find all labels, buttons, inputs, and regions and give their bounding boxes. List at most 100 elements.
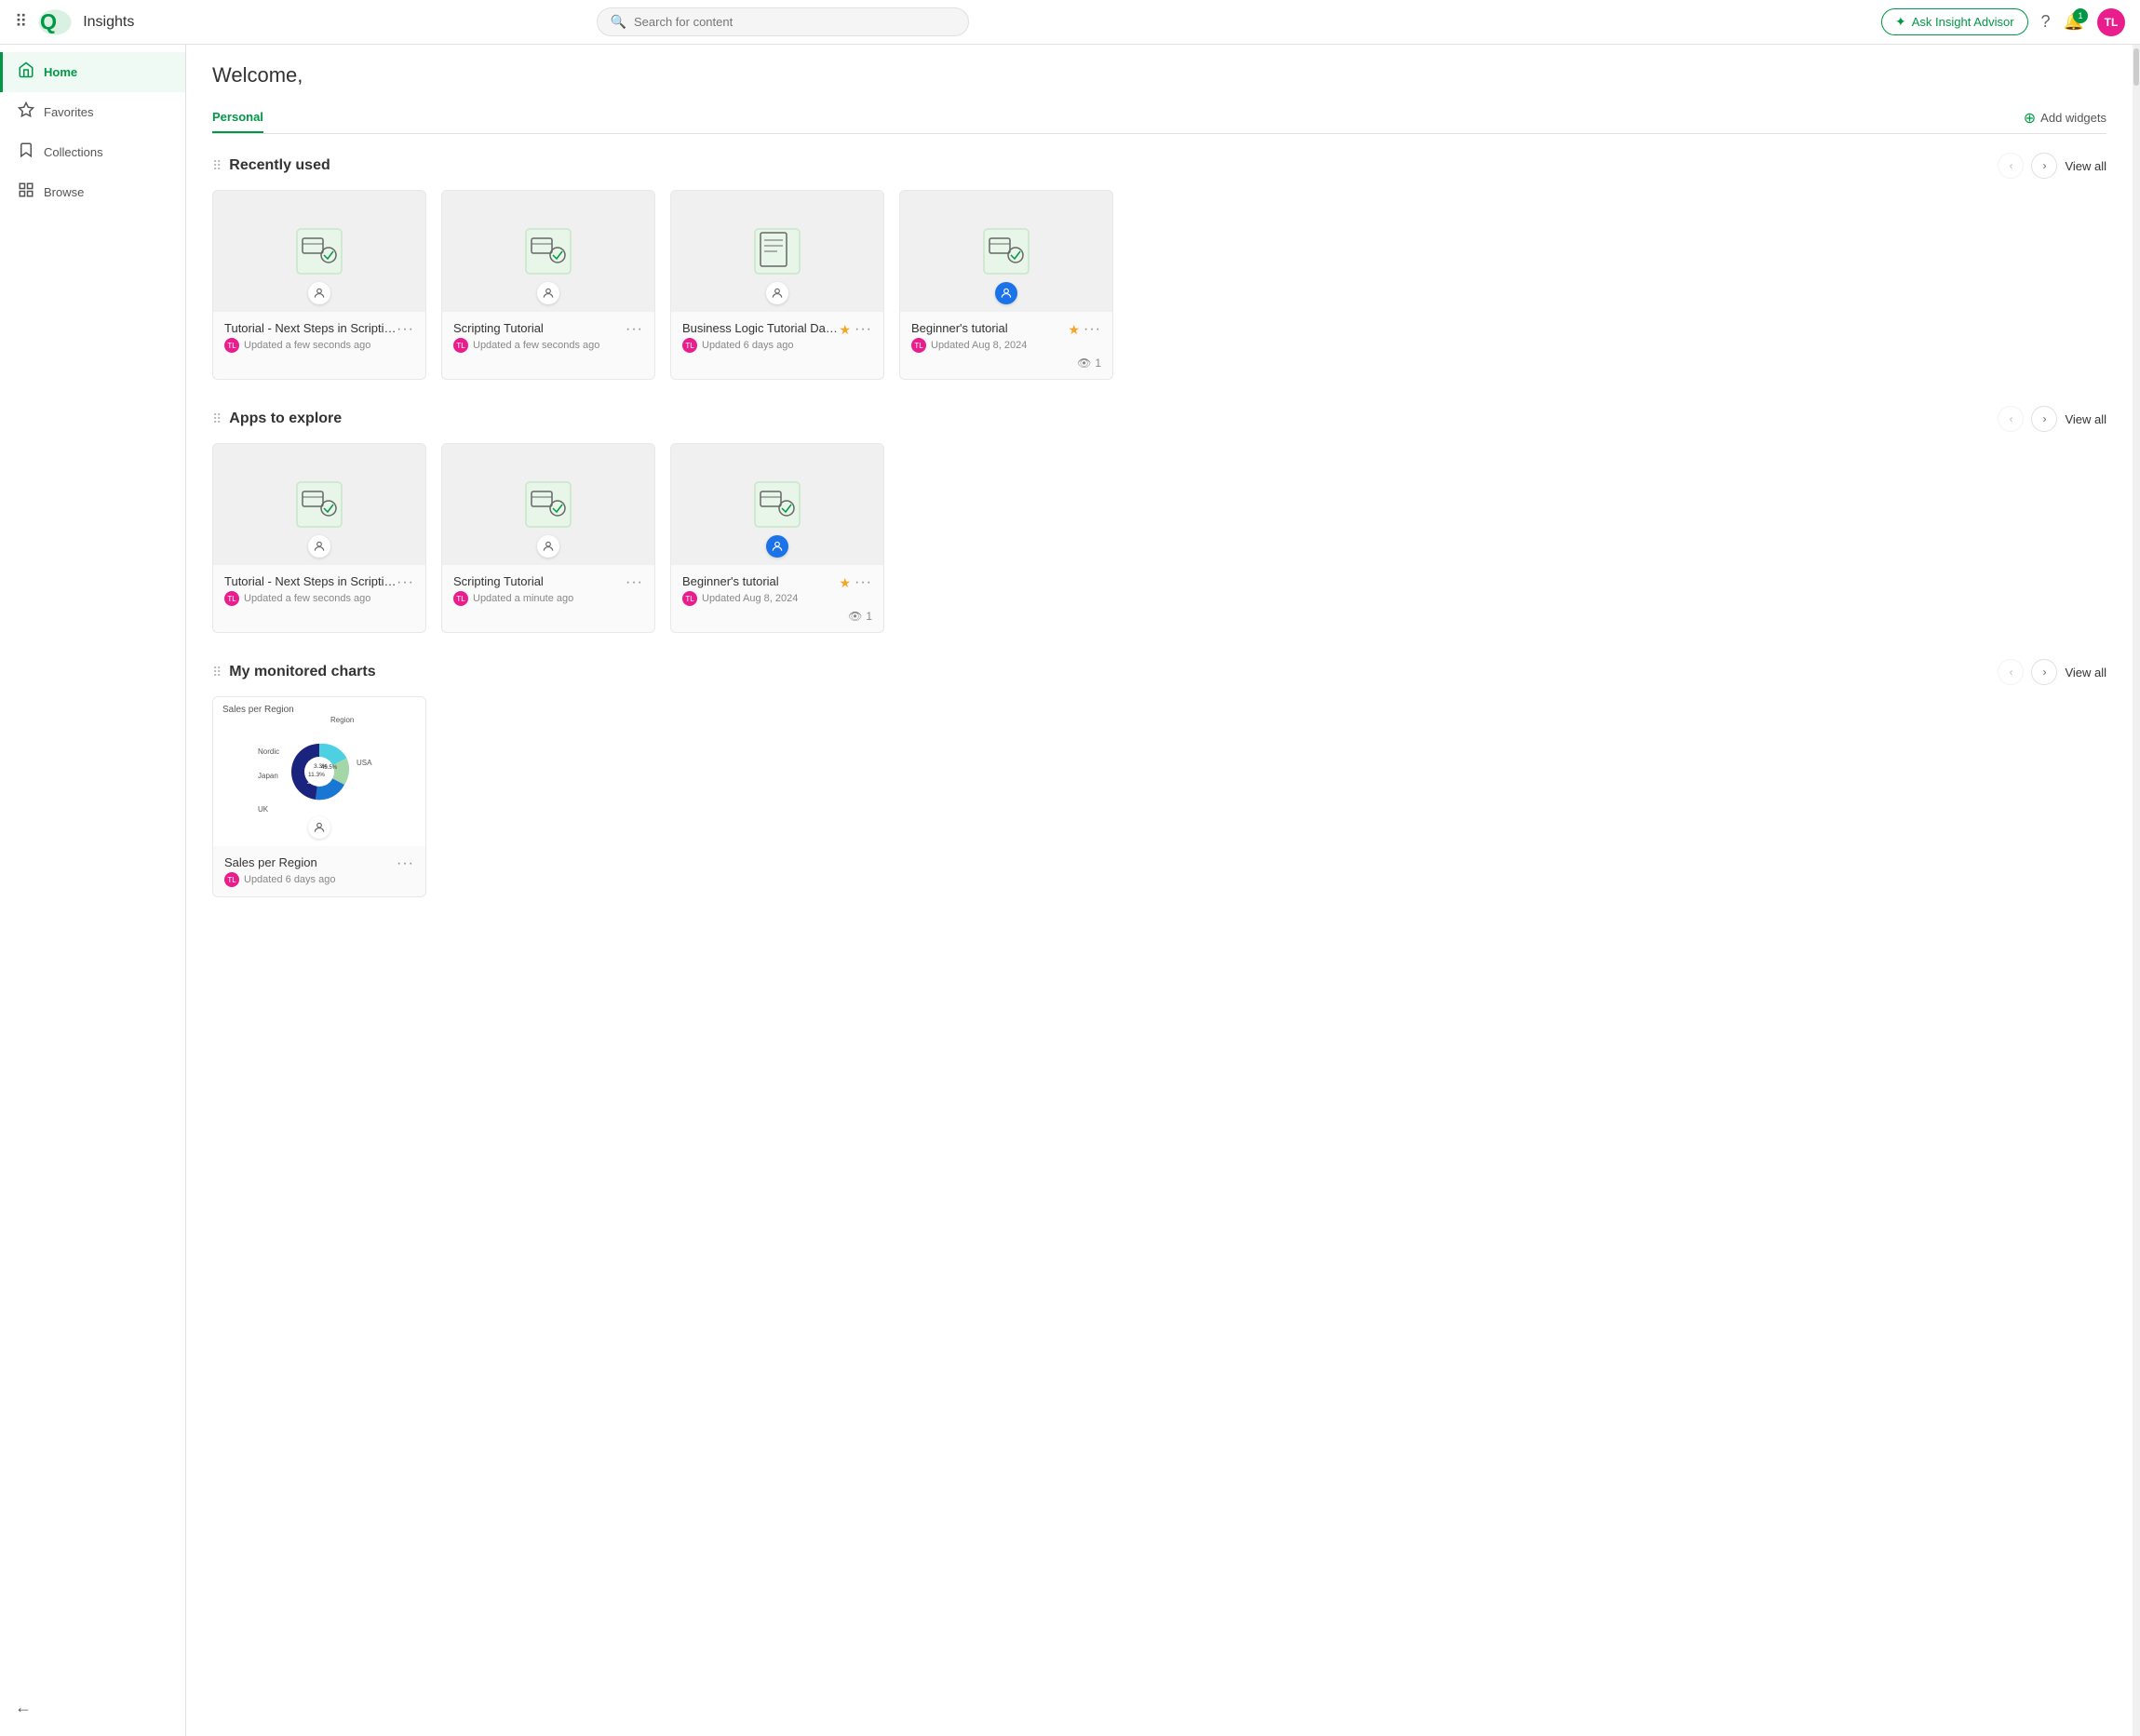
help-button[interactable]: ? (2041, 12, 2051, 32)
recently-used-section: ⠿ Recently used ‹ › View all (212, 153, 2106, 380)
recently-used-card-4[interactable]: Beginner's tutorial TL Updated Aug 8, 20… (899, 190, 1113, 380)
add-widgets-button[interactable]: ⊕ Add widgets (2024, 109, 2106, 128)
sidebar-collapse-button[interactable]: ← (0, 1687, 185, 1729)
apps-next-button[interactable]: › (2031, 406, 2057, 432)
recently-used-title: Recently used (229, 157, 330, 174)
logo: Q (38, 9, 72, 35)
chart-card-name-1: Sales per Region (224, 855, 397, 869)
apps-thumb-3 (671, 444, 883, 565)
charts-prev-button[interactable]: ‹ (1998, 659, 2024, 685)
card-name-3: Business Logic Tutorial Data Prep (682, 321, 839, 335)
apps-card-time-2: Updated a minute ago (473, 593, 573, 604)
apps-card-footer-1: Tutorial - Next Steps in Scripting TL Up… (213, 565, 425, 615)
sidebar-home-label: Home (44, 65, 77, 79)
drag-handle-apps[interactable]: ⠿ (212, 411, 222, 427)
chart-card-footer-1: Sales per Region TL Updated 6 days ago ·… (213, 846, 425, 896)
card-star-button-3[interactable]: ★ (839, 322, 851, 338)
sidebar: Home Favorites Collections Browse ← (0, 45, 186, 1736)
card-more-button-1[interactable]: ··· (397, 321, 414, 338)
grid-menu-icon[interactable]: ⠿ (15, 12, 27, 32)
apps-card-footer-2: Scripting Tutorial TL Updated a minute a… (442, 565, 654, 615)
recently-used-card-3[interactable]: Business Logic Tutorial Data Prep TL Upd… (670, 190, 884, 380)
drag-handle-recent[interactable]: ⠿ (212, 158, 222, 174)
card-name-2: Scripting Tutorial (453, 321, 626, 335)
apps-thumbnail-icon-2 (522, 478, 574, 531)
apps-more-button-2[interactable]: ··· (626, 574, 643, 591)
scrollbar-thumb[interactable] (2133, 48, 2139, 86)
search-input[interactable] (634, 15, 955, 29)
recently-used-card-2[interactable]: Scripting Tutorial TL Updated a few seco… (441, 190, 655, 380)
apps-card-3[interactable]: Beginner's tutorial TL Updated Aug 8, 20… (670, 443, 884, 633)
app-thumbnail-icon-3 (751, 225, 803, 277)
card-name-4: Beginner's tutorial (911, 321, 1068, 335)
card-thumb-4 (900, 191, 1112, 312)
chart-title-inside: Sales per Region (222, 705, 294, 715)
recently-used-prev-button[interactable]: ‹ (1998, 153, 2024, 179)
user-dot-4: TL (911, 338, 926, 353)
recently-used-nav: ‹ › View all (1998, 153, 2106, 179)
apps-thumb-1 (213, 444, 425, 565)
tab-personal[interactable]: Personal (212, 102, 263, 133)
charts-view-all-button[interactable]: View all (2065, 666, 2106, 680)
card-more-button-4[interactable]: ··· (1083, 321, 1101, 338)
notifications-button[interactable]: 🔔 1 (2064, 12, 2084, 32)
apps-user-dot-1: TL (224, 591, 239, 606)
apps-card-time-1: Updated a few seconds ago (244, 593, 370, 604)
card-time-1: Updated a few seconds ago (244, 340, 370, 351)
chart-more-button-1[interactable]: ··· (397, 855, 414, 872)
plus-icon: ⊕ (2024, 109, 2036, 128)
card-more-button-3[interactable]: ··· (855, 321, 872, 338)
card-footer-4: Beginner's tutorial TL Updated Aug 8, 20… (900, 312, 1112, 379)
svg-text:11.3%: 11.3% (308, 772, 325, 778)
sidebar-browse-label: Browse (44, 185, 84, 199)
app-thumbnail-icon-2 (522, 225, 574, 277)
card-star-button-4[interactable]: ★ (1068, 322, 1080, 338)
charts-next-button[interactable]: › (2031, 659, 2057, 685)
sidebar-item-home[interactable]: Home (0, 52, 185, 92)
apps-card-footer-3: Beginner's tutorial TL Updated Aug 8, 20… (671, 565, 883, 632)
card-time-3: Updated 6 days ago (702, 340, 793, 351)
advisor-icon: ✦ (1895, 14, 1906, 30)
drag-handle-charts[interactable]: ⠿ (212, 665, 222, 680)
apps-thumb-2 (442, 444, 654, 565)
search-icon: 🔍 (611, 14, 626, 30)
card-thumb-2 (442, 191, 654, 312)
apps-eye-icon: 👁 (848, 610, 862, 623)
apps-to-explore-nav: ‹ › View all (1998, 406, 2106, 432)
apps-card-2[interactable]: Scripting Tutorial TL Updated a minute a… (441, 443, 655, 633)
welcome-header: Welcome, (212, 63, 2106, 87)
apps-owner-badge-3-blue (766, 535, 788, 558)
apps-card-1[interactable]: Tutorial - Next Steps in Scripting TL Up… (212, 443, 426, 633)
tab-bar: Personal ⊕ Add widgets (212, 102, 2106, 134)
search-bar[interactable]: 🔍 (597, 7, 969, 36)
home-icon (18, 61, 34, 83)
apps-star-button-3[interactable]: ★ (839, 575, 851, 591)
apps-card-name-3: Beginner's tutorial (682, 574, 839, 588)
apps-view-all-button[interactable]: View all (2065, 412, 2106, 426)
apps-more-button-1[interactable]: ··· (397, 574, 414, 591)
username-blurred (309, 63, 400, 87)
sidebar-item-browse[interactable]: Browse (0, 172, 185, 212)
owner-badge-2 (537, 282, 559, 304)
monitored-charts-header: ⠿ My monitored charts ‹ › View all (212, 659, 2106, 685)
ask-advisor-button[interactable]: ✦ Ask Insight Advisor (1881, 8, 2028, 35)
donut-chart-svg: Region Nordic Japan UK USA (245, 711, 394, 832)
chart-owner-badge (308, 816, 330, 839)
apps-more-button-3[interactable]: ··· (855, 574, 872, 591)
my-monitored-charts-section: ⠿ My monitored charts ‹ › View all Sales… (212, 659, 2106, 897)
sidebar-item-collections[interactable]: Collections (0, 132, 185, 172)
browse-icon (18, 182, 34, 203)
recently-used-next-button[interactable]: › (2031, 153, 2057, 179)
chart-card-1[interactable]: Sales per Region Region Nordic Japan UK … (212, 696, 426, 897)
card-more-button-2[interactable]: ··· (626, 321, 643, 338)
chart-thumb-1: Sales per Region Region Nordic Japan UK … (213, 697, 425, 846)
apps-prev-button[interactable]: ‹ (1998, 406, 2024, 432)
recently-used-view-all-button[interactable]: View all (2065, 159, 2106, 173)
apps-thumbnail-icon-3 (751, 478, 803, 531)
avatar[interactable]: TL (2097, 8, 2125, 36)
sidebar-item-favorites[interactable]: Favorites (0, 92, 185, 132)
sidebar-favorites-label: Favorites (44, 105, 93, 119)
recently-used-card-1[interactable]: Tutorial - Next Steps in Scripting TL Up… (212, 190, 426, 380)
svg-text:Region: Region (330, 716, 354, 724)
favorites-icon (18, 101, 34, 123)
